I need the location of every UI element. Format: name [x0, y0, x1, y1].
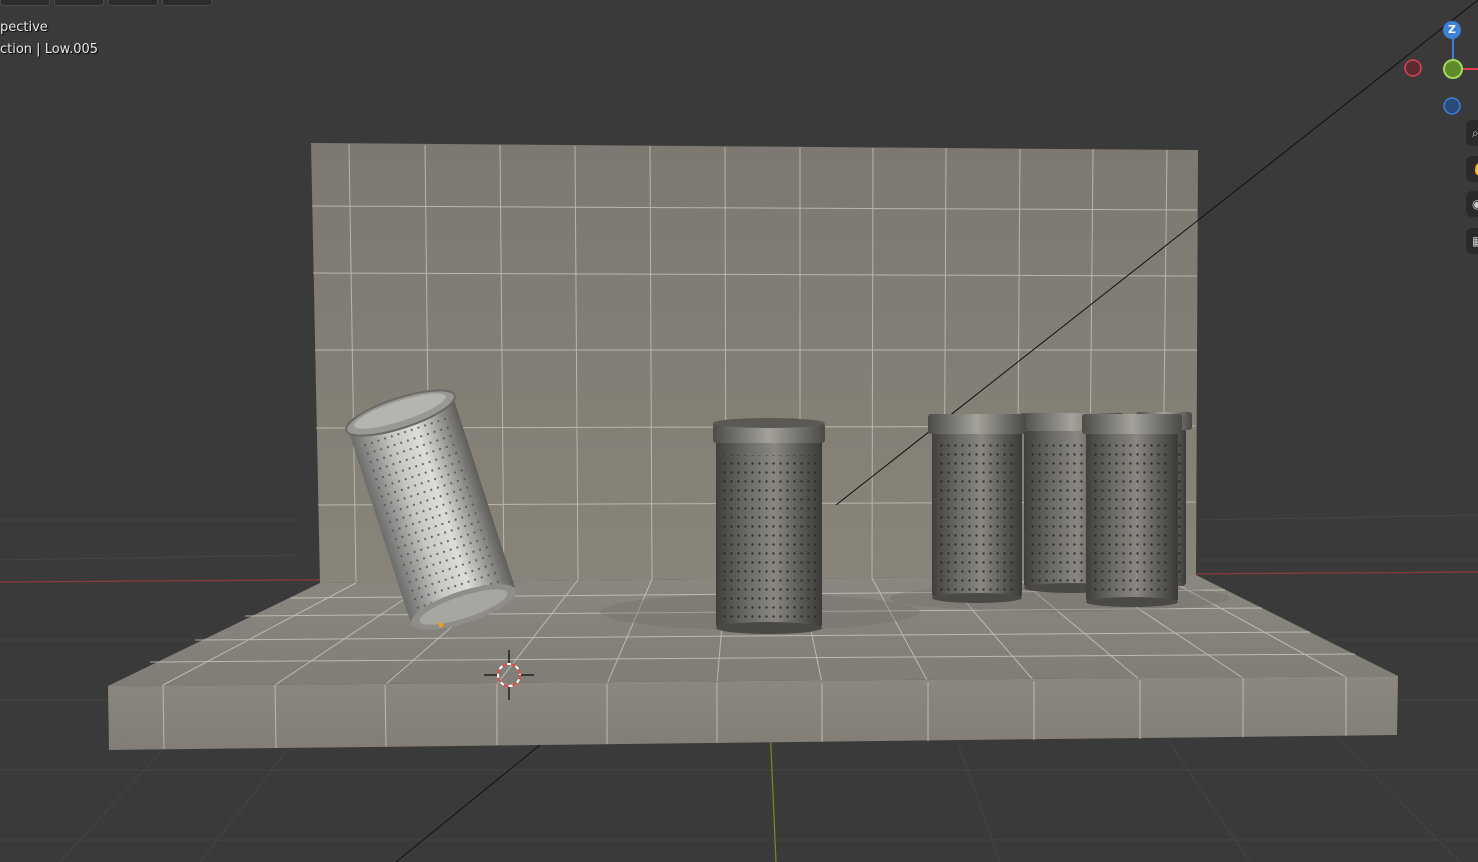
view-mode-label: pective	[0, 20, 48, 35]
gizmo-neg-x-axis	[1404, 59, 1422, 77]
gizmo-neg-z-axis	[1443, 97, 1461, 115]
hand-icon[interactable]: ✋	[1466, 156, 1478, 182]
gizmo-z-label[interactable]: Z	[1446, 23, 1458, 36]
header-tab[interactable]	[0, 0, 50, 6]
header-tab[interactable]	[108, 0, 158, 6]
object-origin-dot	[438, 622, 444, 628]
scene-canvas[interactable]	[0, 0, 1478, 862]
gizmo-y-axis	[1443, 59, 1463, 79]
trash-can-right-front	[1082, 414, 1182, 607]
header-tab[interactable]	[54, 0, 104, 6]
trash-can-right-1	[928, 414, 1026, 603]
collection-object-label: ction | Low.005	[0, 42, 99, 57]
zoom-icon[interactable]: ⌕	[1466, 120, 1478, 146]
trash-can-center	[713, 418, 825, 634]
grid-icon[interactable]: ▦	[1466, 228, 1478, 254]
header-tab[interactable]	[162, 0, 212, 6]
3d-viewport[interactable]: Z pective ction | Low.005 ⌕ ✋ ◉ ▦	[0, 0, 1478, 862]
camera-icon[interactable]: ◉	[1466, 191, 1478, 217]
header-tabs	[0, 0, 212, 6]
